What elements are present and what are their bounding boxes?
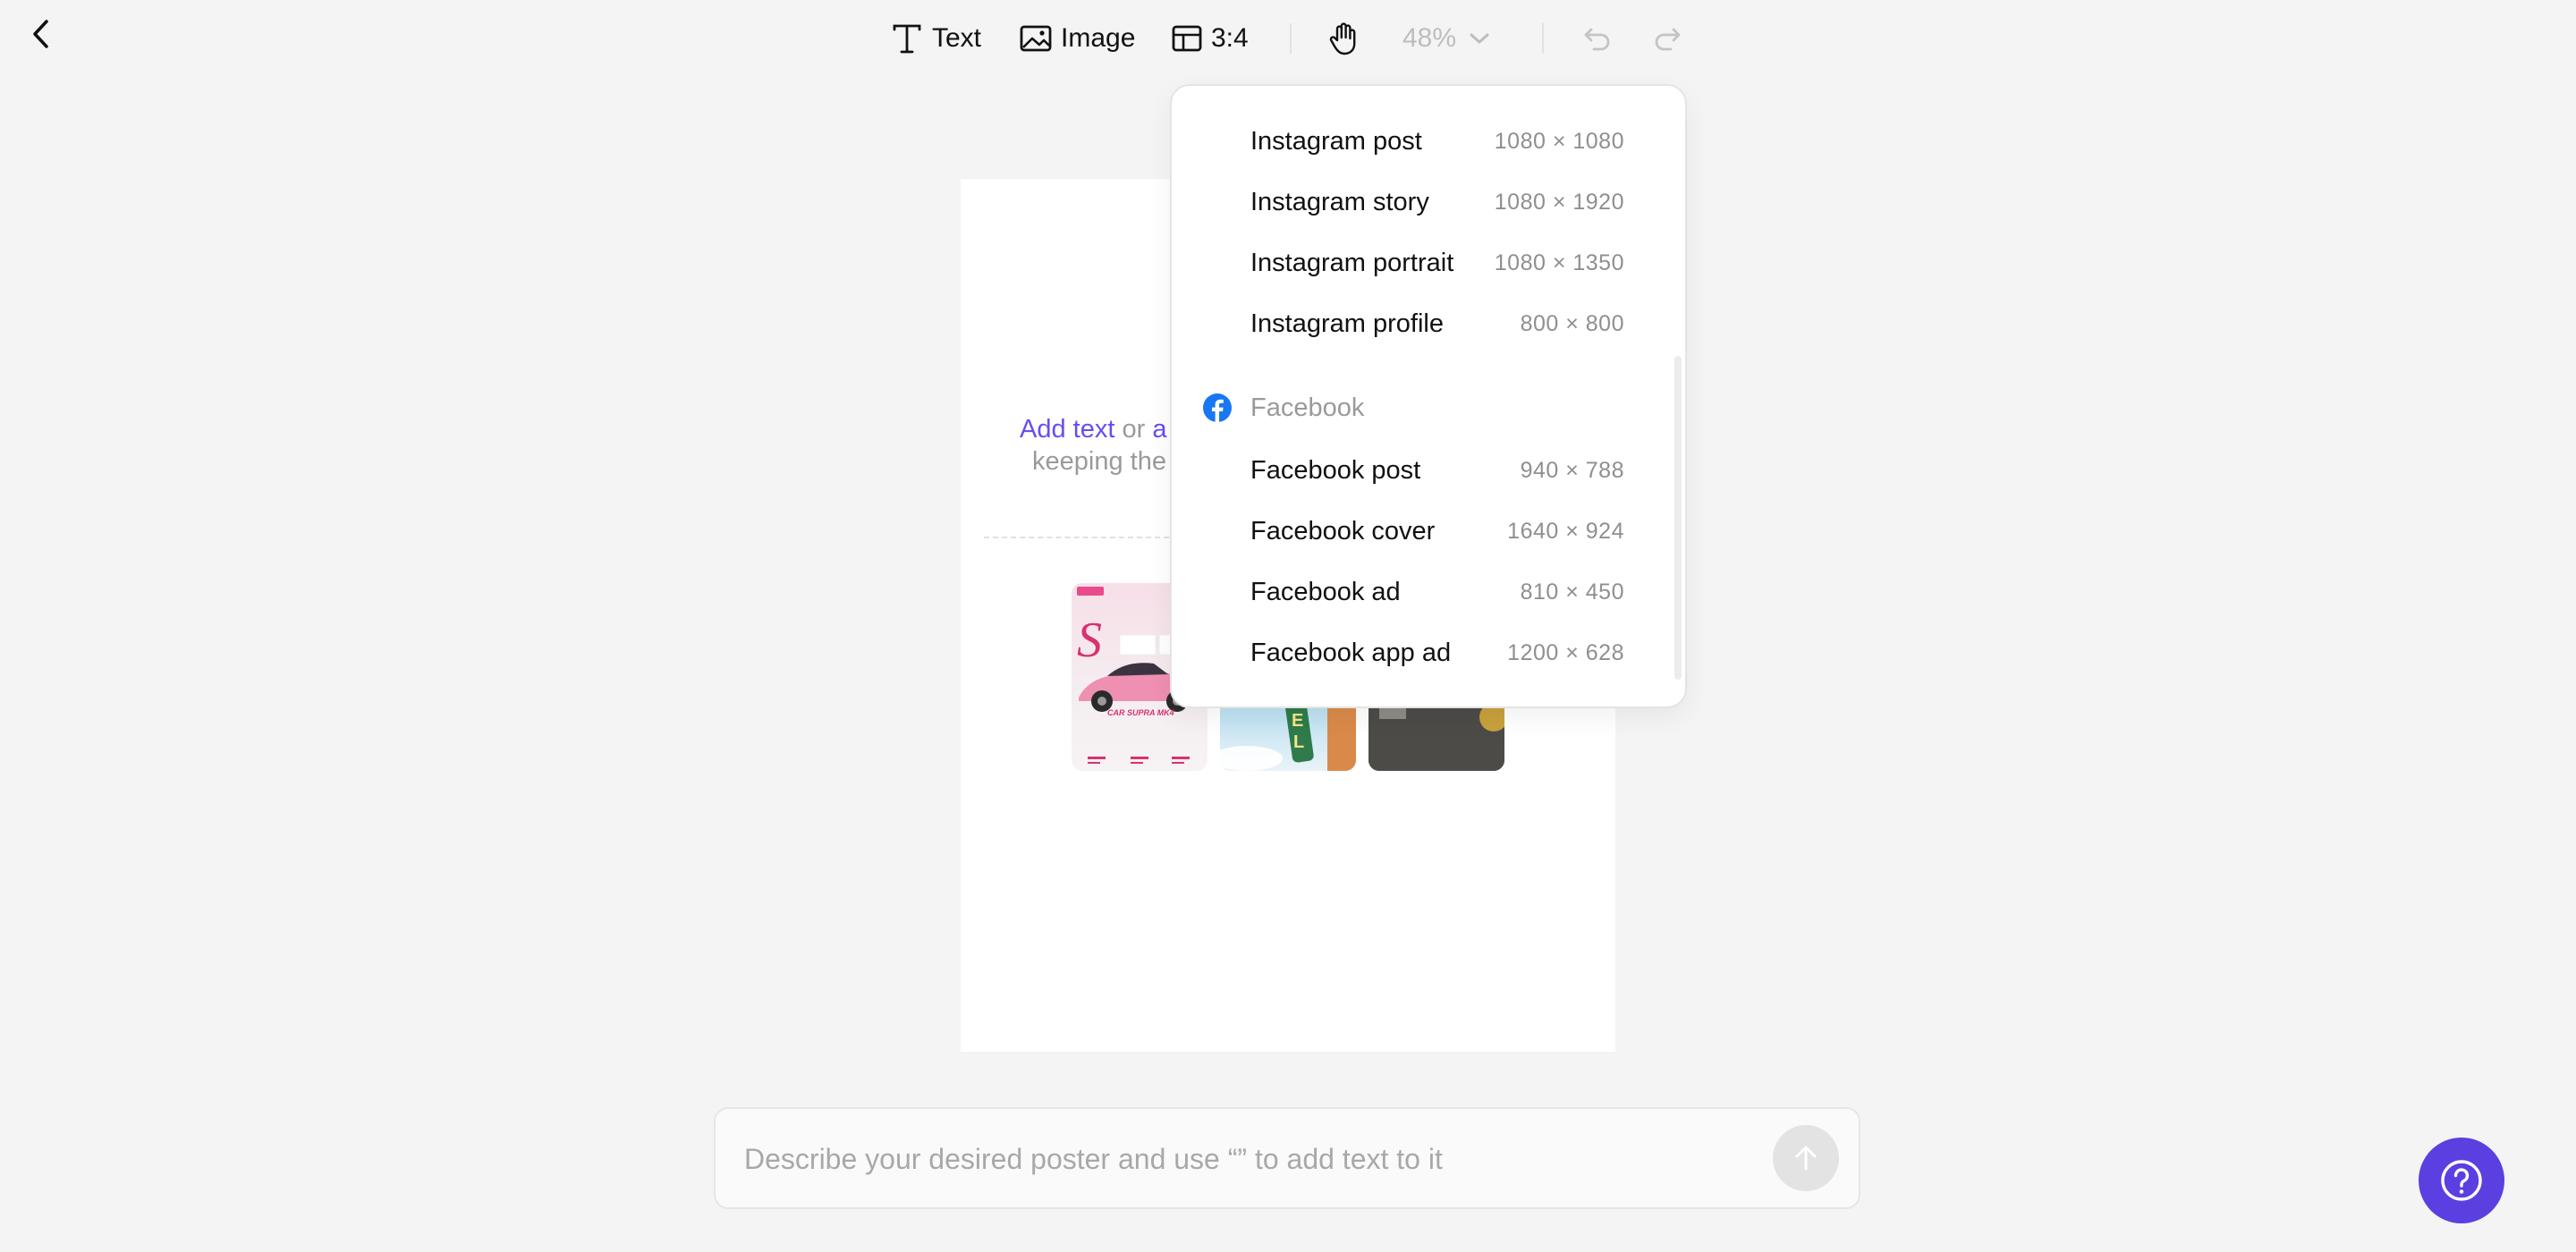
option-size: 1080 × 1350 <box>1494 250 1624 275</box>
undo-icon <box>1584 28 1610 51</box>
option-name: Facebook post <box>1250 455 1421 485</box>
hint-link-2[interactable]: a <box>1152 415 1166 444</box>
text-tool-label: Text <box>932 23 982 53</box>
toolbar-divider-2 <box>1542 23 1544 54</box>
option-facebook-cover[interactable]: Facebook cover 1640 × 924 <box>1250 504 1624 558</box>
back-button[interactable] <box>21 14 61 54</box>
option-name: Instagram post <box>1250 126 1422 156</box>
ratio-label: 3:4 <box>1211 23 1249 53</box>
option-size: 940 × 788 <box>1520 457 1624 483</box>
send-button[interactable] <box>1773 1125 1839 1191</box>
option-facebook-ad[interactable]: Facebook ad 810 × 450 <box>1250 565 1624 619</box>
facebook-group-label: Facebook <box>1250 393 1365 422</box>
prompt-input[interactable] <box>742 1109 1757 1209</box>
text-tool-button[interactable]: Text <box>891 18 981 59</box>
image-tool-button[interactable]: Image <box>1020 18 1135 59</box>
option-size: 1640 × 924 <box>1507 518 1624 544</box>
option-facebook-post[interactable]: Facebook post 940 × 788 <box>1250 444 1624 497</box>
layout-icon <box>1172 25 1202 52</box>
add-text-link[interactable]: Add text <box>1020 415 1114 444</box>
facebook-icon <box>1203 393 1232 422</box>
zoom-value: 48% <box>1402 23 1457 53</box>
svg-text:CAR SUPRA MK4: CAR SUPRA MK4 <box>1107 708 1174 717</box>
option-size: 1080 × 1080 <box>1494 128 1624 154</box>
chevron-down-icon <box>1470 33 1489 44</box>
undo-button[interactable] <box>1583 18 1612 59</box>
toolbar-divider <box>1290 23 1292 54</box>
option-name: Facebook cover <box>1250 516 1436 546</box>
option-name: Instagram portrait <box>1250 248 1454 277</box>
hand-tool-button[interactable] <box>1327 18 1360 59</box>
zoom-control[interactable]: 48% <box>1402 18 1490 59</box>
hand-icon <box>1329 22 1356 55</box>
image-tool-label: Image <box>1061 23 1136 53</box>
ratio-button[interactable]: 3:4 <box>1172 18 1249 59</box>
canvas-size-dropdown: Instagram post 1080 × 1080 Instagram sto… <box>1170 84 1687 708</box>
option-instagram-story[interactable]: Instagram story 1080 × 1920 <box>1250 175 1624 229</box>
option-instagram-portrait[interactable]: Instagram portrait 1080 × 1350 <box>1250 236 1624 290</box>
option-size: 1200 × 628 <box>1507 639 1624 665</box>
option-instagram-profile[interactable]: Instagram profile 800 × 800 <box>1250 297 1624 351</box>
option-name: Facebook ad <box>1250 577 1401 606</box>
redo-button[interactable] <box>1653 18 1682 59</box>
option-size: 810 × 450 <box>1520 579 1624 605</box>
facebook-group-header: Facebook <box>1202 381 1364 435</box>
dropdown-scrollbar[interactable] <box>1674 356 1682 680</box>
help-button[interactable] <box>2419 1138 2504 1223</box>
prompt-bar <box>714 1107 1860 1209</box>
hint-or: or <box>1114 415 1153 444</box>
chevron-left-icon <box>33 20 48 48</box>
option-instagram-post[interactable]: Instagram post 1080 × 1080 <box>1250 114 1624 168</box>
svg-text:S: S <box>1077 613 1102 668</box>
text-icon <box>893 24 921 54</box>
option-name: Instagram story <box>1250 187 1429 216</box>
option-name: Facebook app ad <box>1250 638 1452 667</box>
redo-icon <box>1655 28 1681 51</box>
question-icon <box>2441 1160 2482 1201</box>
image-icon <box>1020 25 1052 52</box>
arrow-up-icon <box>1795 1146 1817 1171</box>
option-name: Instagram profile <box>1250 309 1444 338</box>
option-size: 1080 × 1920 <box>1494 189 1624 215</box>
option-size: 800 × 800 <box>1520 310 1624 336</box>
svg-text:E: E <box>1292 711 1303 731</box>
option-facebook-app-ad[interactable]: Facebook app ad 1200 × 628 <box>1250 626 1624 680</box>
svg-text:L: L <box>1293 732 1304 752</box>
